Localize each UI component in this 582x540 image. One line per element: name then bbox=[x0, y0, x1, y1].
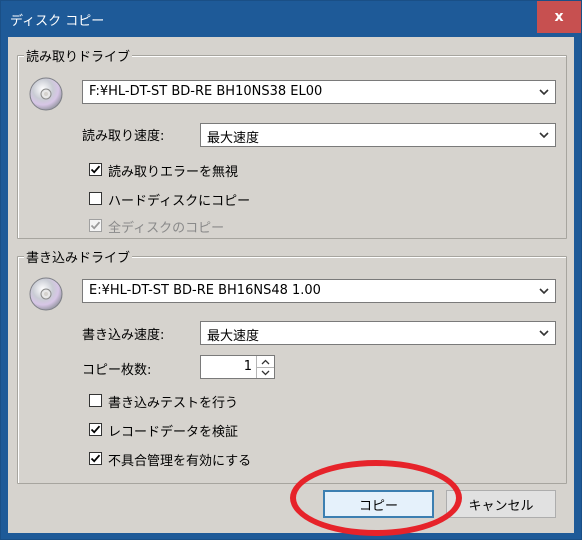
checkmark-icon bbox=[90, 425, 101, 434]
ignore-read-errors-checkbox[interactable] bbox=[89, 163, 102, 176]
checkmark-icon bbox=[90, 454, 101, 463]
copies-value: 1 bbox=[243, 359, 252, 374]
verify-data-label: レコードデータを検証 bbox=[108, 425, 239, 440]
window-title: ディスク コピー bbox=[10, 14, 105, 29]
checkmark-icon bbox=[90, 221, 101, 230]
decrement-button[interactable] bbox=[257, 367, 274, 378]
dialog-body: 読み取りドライブ F:¥HL-DT-ST BD-RE BH10NS38 EL00 bbox=[8, 37, 574, 533]
close-button[interactable]: x bbox=[537, 1, 581, 33]
ignore-read-errors-label: 読み取りエラーを無視 bbox=[108, 165, 239, 180]
write-speed-value: 最大速度 bbox=[207, 329, 260, 344]
chevron-down-icon bbox=[261, 370, 270, 376]
cancel-button[interactable]: キャンセル bbox=[446, 490, 556, 518]
chevron-down-icon bbox=[539, 288, 549, 295]
write-drive-group-title: 書き込みドライブ bbox=[24, 247, 133, 266]
read-drive-group-title: 読み取りドライブ bbox=[24, 46, 133, 65]
test-write-label: 書き込みテストを行う bbox=[108, 396, 239, 411]
chevron-down-icon bbox=[539, 132, 549, 139]
verify-data-checkbox[interactable] bbox=[89, 423, 102, 436]
test-write-checkbox[interactable] bbox=[89, 394, 102, 407]
checkmark-icon bbox=[90, 165, 101, 174]
copies-stepper[interactable]: 1 bbox=[200, 355, 275, 379]
read-speed-label: 読み取り速度: bbox=[82, 129, 165, 144]
read-speed-value: 最大速度 bbox=[207, 131, 260, 146]
dialog-window: ディスク コピー x 読み取りドライブ F:¥HL-DT-ST BD-RE BH… bbox=[0, 0, 582, 540]
full-disc-copy-label: 全ディスクのコピー bbox=[108, 221, 225, 236]
copy-to-hdd-label: ハードディスクにコピー bbox=[108, 194, 251, 209]
chevron-down-icon bbox=[539, 89, 549, 96]
burn-proof-label: 不具合管理を有効にする bbox=[108, 454, 252, 469]
copy-button-label: コピー bbox=[358, 498, 398, 514]
read-speed-select[interactable]: 最大速度 bbox=[200, 123, 556, 147]
disc-icon bbox=[29, 277, 63, 311]
write-speed-label: 書き込み速度: bbox=[82, 328, 165, 343]
copy-button[interactable]: コピー bbox=[323, 490, 434, 518]
close-icon: x bbox=[554, 9, 564, 25]
chevron-down-icon bbox=[539, 330, 549, 337]
read-drive-group: 読み取りドライブ F:¥HL-DT-ST BD-RE BH10NS38 EL00 bbox=[17, 46, 567, 239]
disc-icon bbox=[29, 77, 63, 111]
write-drive-value: E:¥HL-DT-ST BD-RE BH16NS48 1.00 bbox=[89, 283, 321, 298]
copy-to-hdd-checkbox[interactable] bbox=[89, 192, 102, 205]
full-disc-copy-checkbox bbox=[89, 219, 102, 232]
cancel-button-label: キャンセル bbox=[468, 498, 534, 514]
read-drive-value: F:¥HL-DT-ST BD-RE BH10NS38 EL00 bbox=[89, 84, 323, 99]
burn-proof-checkbox[interactable] bbox=[89, 452, 102, 465]
copies-label: コピー枚数: bbox=[82, 363, 152, 378]
write-drive-group: 書き込みドライブ E:¥HL-DT-ST BD-RE BH16NS48 1.00 bbox=[17, 247, 567, 484]
title-bar[interactable]: ディスク コピー x bbox=[1, 1, 581, 37]
write-drive-select[interactable]: E:¥HL-DT-ST BD-RE BH16NS48 1.00 bbox=[82, 279, 556, 303]
write-speed-select[interactable]: 最大速度 bbox=[200, 321, 556, 345]
read-drive-select[interactable]: F:¥HL-DT-ST BD-RE BH10NS38 EL00 bbox=[82, 80, 556, 104]
chevron-up-icon bbox=[261, 359, 270, 365]
